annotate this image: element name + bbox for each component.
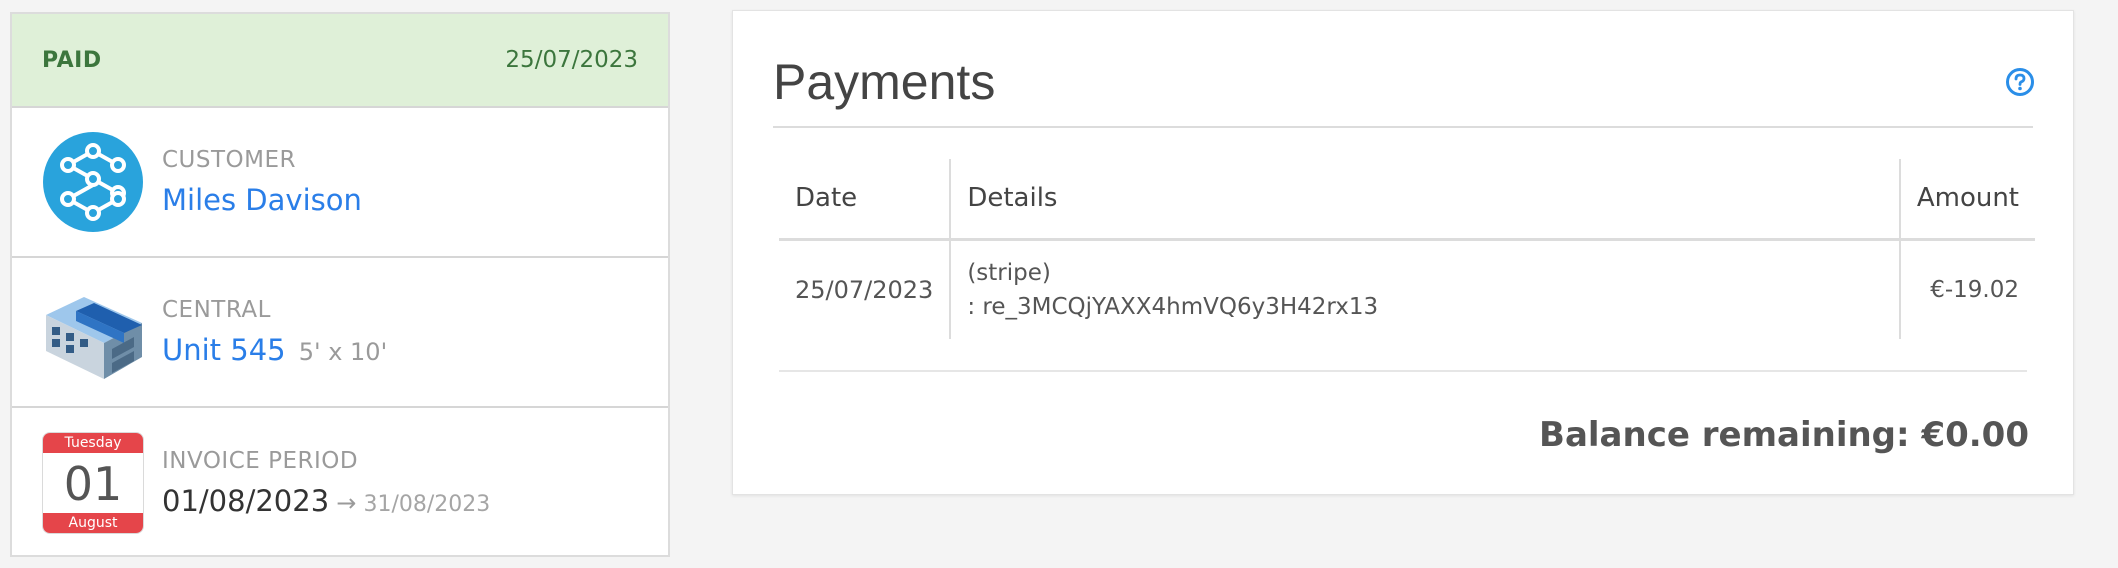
customer-row: CUSTOMER Miles Davison <box>12 108 668 258</box>
payment-method: (stripe) <box>967 259 1051 286</box>
period-start-date: 01/08/2023 <box>162 484 330 518</box>
calendar-icon: Tuesday 01 August <box>42 432 144 534</box>
payment-amount: €-19.02 <box>1930 276 2019 303</box>
customer-avatar-icon <box>42 131 144 233</box>
invoice-period-row: Tuesday 01 August INVOICE PERIOD 01/08/2… <box>12 408 668 558</box>
payment-reference: : re_3MCQjYAXX4hmVQ6y3H42rx13 <box>967 293 1379 320</box>
column-header-date[interactable]: Date <box>779 159 952 241</box>
site-unit-row: CENTRAL Unit 545 5' x 10' <box>12 258 668 408</box>
calendar-month: August <box>43 513 143 533</box>
invoice-summary-panel: PAID 25/07/2023 CUSTOMER Miles Davison C… <box>10 12 670 557</box>
calendar-day: 01 <box>63 457 123 511</box>
payment-date: 25/07/2023 <box>779 239 952 339</box>
customer-label: CUSTOMER <box>162 147 297 173</box>
customer-name-link[interactable]: Miles Davison <box>162 183 362 217</box>
column-header-amount[interactable]: Amount <box>1899 159 2035 241</box>
building-icon <box>42 281 144 383</box>
balance-remaining: Balance remaining: €0.00 <box>1539 415 2029 455</box>
arrow-right-icon: → <box>336 489 357 517</box>
unit-size: 5' x 10' <box>298 338 388 366</box>
table-row[interactable]: 25/07/2023 (stripe) : re_3MCQjYAXX4hmVQ6… <box>779 239 2035 339</box>
status-date: 25/07/2023 <box>505 47 638 73</box>
question-circle-icon[interactable] <box>2005 67 2035 97</box>
balance-divider <box>779 370 2027 372</box>
table-header-row: Date Details Amount <box>779 159 2035 241</box>
column-header-details[interactable]: Details <box>950 159 1901 241</box>
payments-table: Date Details Amount 25/07/2023 (stripe) … <box>779 159 2035 339</box>
period-end-date: 31/08/2023 <box>363 492 491 517</box>
payment-details: (stripe) : re_3MCQjYAXX4hmVQ6y3H42rx13 <box>950 239 1901 339</box>
payments-card: Payments Date Details Amount 25/07/2023 … <box>732 10 2074 495</box>
title-divider <box>773 126 2033 128</box>
invoice-period-label: INVOICE PERIOD <box>162 448 359 474</box>
site-name: CENTRAL <box>162 297 271 323</box>
payments-title: Payments <box>773 54 996 110</box>
calendar-weekday: Tuesday <box>43 433 143 453</box>
status-badge: PAID <box>42 47 102 73</box>
invoice-status-row: PAID 25/07/2023 <box>12 14 668 108</box>
unit-link[interactable]: Unit 545 <box>162 333 286 367</box>
